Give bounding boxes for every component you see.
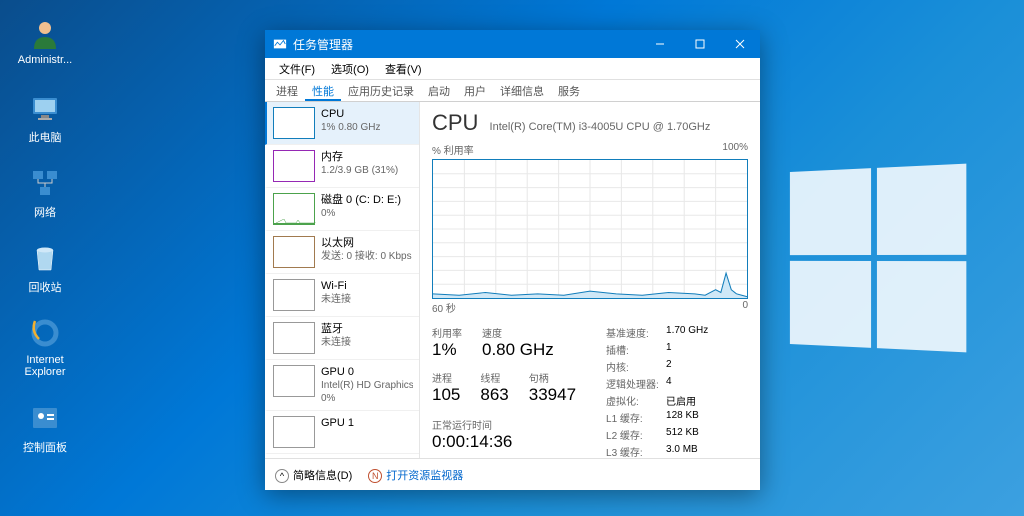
app-icon <box>273 37 287 51</box>
menubar: 文件(F) 选项(O) 查看(V) <box>265 58 760 80</box>
sidebar-item-memory[interactable]: 内存1.2/3.9 GB (31%) <box>265 145 419 188</box>
graph-ymax: 100% <box>722 142 748 157</box>
gpu0-thumb-icon <box>273 365 315 397</box>
sidebar-item-bluetooth[interactable]: 蓝牙未连接 <box>265 317 419 360</box>
cpu-usage-graph[interactable] <box>432 159 748 299</box>
brief-link[interactable]: ^简略信息(D) <box>275 467 352 483</box>
control-panel-icon <box>27 400 63 436</box>
spec-label: L1 缓存: <box>606 410 666 425</box>
graph-xright: 0 <box>742 300 748 315</box>
util-value: 1% <box>432 340 462 360</box>
spec-label: 逻辑处理器: <box>606 376 666 391</box>
menu-options[interactable]: 选项(O) <box>323 58 377 79</box>
sidebar-item-disk[interactable]: 磁盘 0 (C: D: E:)0% <box>265 188 419 231</box>
cpu-header: CPU Intel(R) Core(TM) i3-4005U CPU @ 1.7… <box>432 110 748 136</box>
graph-ylabel: % 利用率 <box>432 142 474 157</box>
spec-label: 基准速度: <box>606 325 666 340</box>
desktop-icon-network[interactable]: 网络 <box>10 165 80 220</box>
proc-label: 进程 <box>432 370 460 385</box>
desktop-icon-computer[interactable]: 此电脑 <box>10 90 80 145</box>
spec-value: 2 <box>666 359 708 374</box>
proc-value: 105 <box>432 385 460 405</box>
ethernet-thumb-icon <box>273 236 315 268</box>
desktop-icon-ie[interactable]: Internet Explorer <box>10 315 80 378</box>
disk-thumb-icon <box>273 193 315 225</box>
ie-icon <box>27 315 63 351</box>
maximize-button[interactable] <box>680 30 720 58</box>
graph-xleft: 60 秒 <box>432 300 456 315</box>
spec-value: 4 <box>666 376 708 391</box>
footer: ^简略信息(D) N打开资源监视器 <box>265 458 760 490</box>
sidebar-item-gpu0[interactable]: GPU 0Intel(R) HD Graphics0% <box>265 360 419 411</box>
tabbar: 进程 性能 应用历史记录 启动 用户 详细信息 服务 <box>265 80 760 102</box>
sidebar-item-wifi[interactable]: Wi-Fi未连接 <box>265 274 419 317</box>
desktop-icon-recycle[interactable]: 回收站 <box>10 240 80 295</box>
spec-label: L2 缓存: <box>606 427 666 442</box>
spec-value: 512 KB <box>666 427 708 442</box>
window-title: 任务管理器 <box>293 36 353 53</box>
cpu-thumb-icon <box>273 107 315 139</box>
gpu1-thumb-icon <box>273 416 315 448</box>
util-label: 利用率 <box>432 325 462 340</box>
sidebar-item-cpu[interactable]: CPU1% 0.80 GHz <box>265 102 419 145</box>
spec-label: 插槽: <box>606 342 666 357</box>
spec-label: L3 缓存: <box>606 444 666 458</box>
tab-history[interactable]: 应用历史记录 <box>341 80 421 101</box>
tab-performance[interactable]: 性能 <box>305 80 341 101</box>
spec-label: 虚拟化: <box>606 393 666 408</box>
menu-file[interactable]: 文件(F) <box>271 58 323 79</box>
performance-main: CPU Intel(R) Core(TM) i3-4005U CPU @ 1.7… <box>420 102 760 458</box>
spec-value: 已启用 <box>666 393 708 408</box>
tab-services[interactable]: 服务 <box>551 80 587 101</box>
desktop-icon-control[interactable]: 控制面板 <box>10 400 80 455</box>
desktop-icon-admin[interactable]: Administr... <box>10 15 80 66</box>
uptime-value: 0:00:14:36 <box>432 432 576 452</box>
close-button[interactable] <box>720 30 760 58</box>
minimize-button[interactable] <box>640 30 680 58</box>
resmon-icon: N <box>368 469 382 483</box>
sidebar-item-gpu1[interactable]: GPU 1 <box>265 411 419 454</box>
speed-value: 0.80 GHz <box>482 340 554 360</box>
speed-label: 速度 <box>482 325 554 340</box>
menu-view[interactable]: 查看(V) <box>377 58 430 79</box>
handles-label: 句柄 <box>529 370 576 385</box>
resmon-link[interactable]: N打开资源监视器 <box>368 467 463 483</box>
network-icon <box>27 165 63 201</box>
titlebar[interactable]: 任务管理器 <box>265 30 760 58</box>
tab-startup[interactable]: 启动 <box>421 80 457 101</box>
cpu-model: Intel(R) Core(TM) i3-4005U CPU @ 1.70GHz <box>490 121 711 133</box>
computer-icon <box>27 90 63 126</box>
cpu-spec-grid: 基准速度:1.70 GHz插槽:1内核:2逻辑处理器:4虚拟化:已启用L1 缓存… <box>606 325 708 458</box>
tab-details[interactable]: 详细信息 <box>493 80 551 101</box>
task-manager-window: 任务管理器 文件(F) 选项(O) 查看(V) 进程 性能 应用历史记录 启动 … <box>265 30 760 490</box>
chevron-up-icon: ^ <box>275 469 289 483</box>
spec-label: 内核: <box>606 359 666 374</box>
performance-sidebar: CPU1% 0.80 GHz 内存1.2/3.9 GB (31%) 磁盘 0 (… <box>265 102 420 458</box>
memory-thumb-icon <box>273 150 315 182</box>
spec-value: 1 <box>666 342 708 357</box>
tab-processes[interactable]: 进程 <box>269 80 305 101</box>
spec-value: 128 KB <box>666 410 708 425</box>
tab-users[interactable]: 用户 <box>457 80 493 101</box>
sidebar-item-ethernet[interactable]: 以太网发送: 0 接收: 0 Kbps <box>265 231 419 274</box>
threads-label: 线程 <box>480 370 508 385</box>
uptime-label: 正常运行时间 <box>432 417 576 432</box>
spec-value: 1.70 GHz <box>666 325 708 340</box>
bluetooth-thumb-icon <box>273 322 315 354</box>
handles-value: 33947 <box>529 385 576 405</box>
recycle-bin-icon <box>27 240 63 276</box>
spec-value: 3.0 MB <box>666 444 708 458</box>
cpu-title: CPU <box>432 110 478 135</box>
user-icon <box>27 15 63 51</box>
threads-value: 863 <box>480 385 508 405</box>
wifi-thumb-icon <box>273 279 315 311</box>
